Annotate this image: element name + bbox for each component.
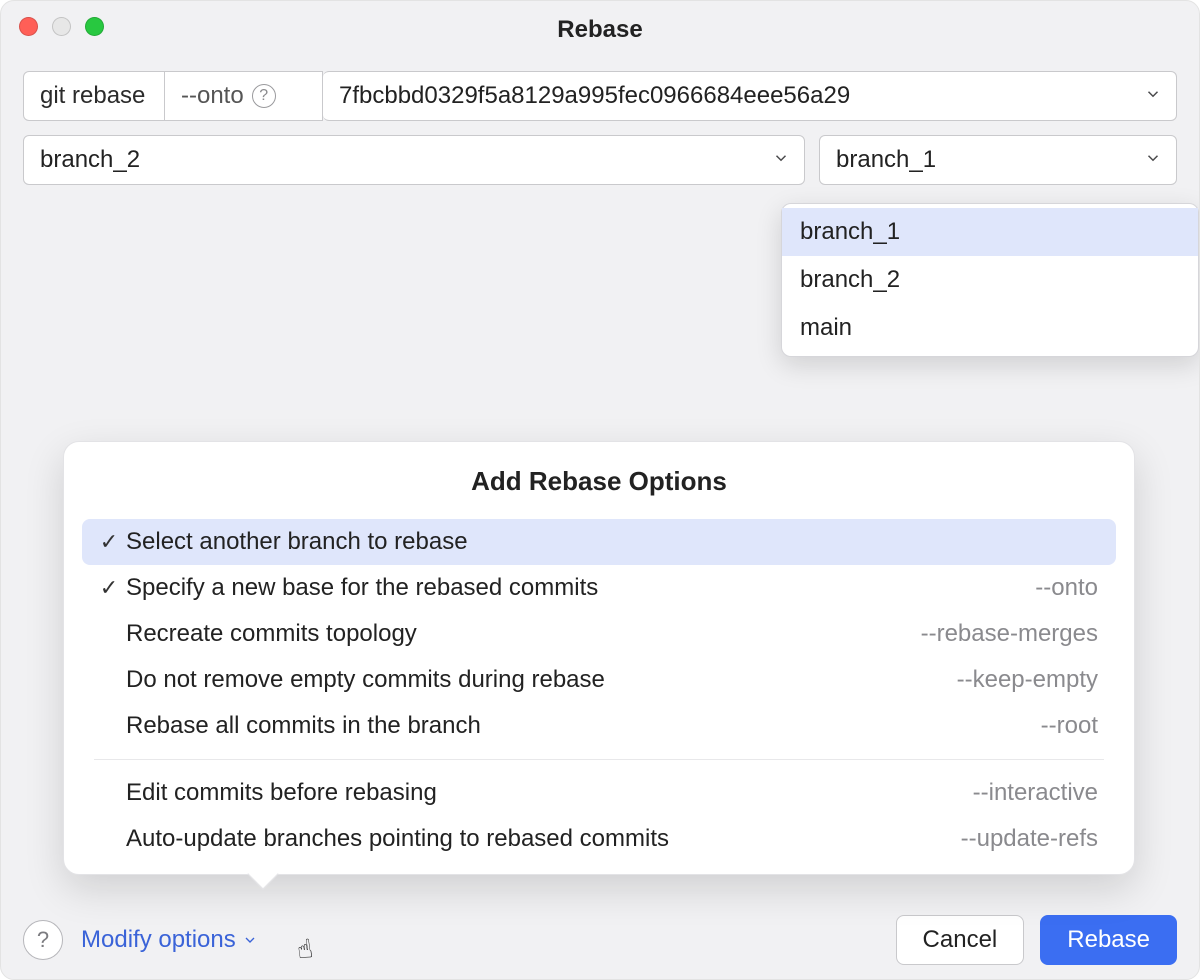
- option-flag: --keep-empty: [957, 666, 1104, 694]
- rebase-option[interactable]: ✓Specify a new base for the rebased comm…: [82, 565, 1116, 611]
- command-row: git rebase --onto ? 7fbcbbd0329f5a8129a9…: [23, 71, 1177, 121]
- check-icon: ✓: [92, 575, 126, 601]
- option-label: Edit commits before rebasing: [126, 779, 973, 807]
- option-label: Specify a new base for the rebased commi…: [126, 574, 1035, 602]
- rebase-dialog: Rebase git rebase --onto ? 7fbcbbd0329f5…: [0, 0, 1200, 980]
- titlebar: Rebase: [1, 1, 1199, 49]
- target-branch-dropdown: branch_1branch_2main: [781, 203, 1199, 357]
- rebase-options-popover: Add Rebase Options ✓Select another branc…: [63, 441, 1135, 875]
- target-branch-value: branch_1: [836, 146, 936, 174]
- help-icon[interactable]: ?: [252, 84, 276, 108]
- check-icon: ✓: [92, 529, 126, 555]
- command-rows: git rebase --onto ? 7fbcbbd0329f5a8129a9…: [1, 49, 1199, 185]
- option-flag: --rebase-merges: [921, 620, 1104, 648]
- onto-flag-cell: --onto ?: [165, 71, 323, 121]
- rebase-button[interactable]: Rebase: [1040, 915, 1177, 965]
- onto-hash-input[interactable]: 7fbcbbd0329f5a8129a995fec0966684eee56a29: [323, 71, 1177, 121]
- option-label: Rebase all commits in the branch: [126, 712, 1041, 740]
- options-list: ✓Select another branch to rebase✓Specify…: [64, 519, 1134, 862]
- target-branch-combo[interactable]: branch_1: [819, 135, 1177, 185]
- chevron-down-icon: [1144, 82, 1162, 110]
- branch-option[interactable]: branch_2: [782, 256, 1198, 304]
- separator: [94, 759, 1104, 760]
- option-label: Select another branch to rebase: [126, 528, 1098, 556]
- upstream-branch-value: branch_2: [40, 146, 140, 174]
- popover-title: Add Rebase Options: [64, 466, 1134, 497]
- branch-option[interactable]: branch_1: [782, 208, 1198, 256]
- rebase-option[interactable]: Do not remove empty commits during rebas…: [82, 657, 1116, 703]
- rebase-option[interactable]: Recreate commits topology--rebase-merges: [82, 611, 1116, 657]
- chevron-down-icon: [242, 932, 258, 948]
- modify-options-label: Modify options: [81, 926, 236, 954]
- popover-tail: [247, 858, 278, 889]
- rebase-option[interactable]: Rebase all commits in the branch--root: [82, 703, 1116, 749]
- option-flag: --root: [1041, 712, 1104, 740]
- option-label: Auto-update branches pointing to rebased…: [126, 825, 961, 853]
- modify-options-link[interactable]: Modify options: [81, 926, 258, 954]
- cancel-button[interactable]: Cancel: [896, 915, 1025, 965]
- maximize-window-button[interactable]: [85, 17, 104, 36]
- chevron-down-icon: [772, 146, 790, 174]
- minimize-window-button[interactable]: [52, 17, 71, 36]
- rebase-option[interactable]: ✓Select another branch to rebase: [82, 519, 1116, 565]
- rebase-label: Rebase: [1067, 926, 1150, 954]
- rebase-option[interactable]: Edit commits before rebasing--interactiv…: [82, 770, 1116, 816]
- dialog-title: Rebase: [557, 6, 642, 44]
- branch-option[interactable]: main: [782, 304, 1198, 352]
- rebase-option[interactable]: Auto-update branches pointing to rebased…: [82, 816, 1116, 862]
- onto-hash-value: 7fbcbbd0329f5a8129a995fec0966684eee56a29: [339, 82, 850, 110]
- window-controls: [19, 17, 104, 36]
- option-flag: --onto: [1035, 574, 1104, 602]
- onto-flag-text: --onto: [181, 82, 244, 110]
- help-button[interactable]: ?: [23, 920, 63, 960]
- option-label: Recreate commits topology: [126, 620, 921, 648]
- branch-row: branch_2 branch_1: [23, 135, 1177, 185]
- upstream-branch-combo[interactable]: branch_2: [23, 135, 805, 185]
- option-flag: --interactive: [973, 779, 1104, 807]
- dialog-footer: ? Modify options Cancel Rebase: [1, 901, 1199, 979]
- close-window-button[interactable]: [19, 17, 38, 36]
- option-label: Do not remove empty commits during rebas…: [126, 666, 957, 694]
- command-label: git rebase: [23, 71, 165, 121]
- chevron-down-icon: [1144, 146, 1162, 174]
- cancel-label: Cancel: [923, 926, 998, 954]
- option-flag: --update-refs: [961, 825, 1104, 853]
